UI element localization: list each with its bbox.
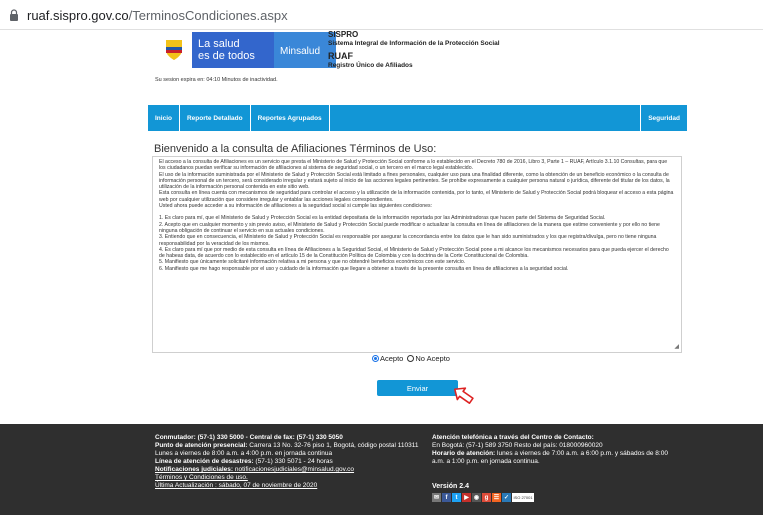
logo-slogan: La salud es de todos (192, 32, 274, 68)
label: Punto de atención presencial: (155, 442, 248, 449)
lock-icon (10, 9, 18, 21)
value: (57-1) 330 5071 - 24 horas (253, 458, 333, 465)
url-host: ruaf.sispro.gov.co (27, 8, 129, 23)
main-content: Bienvenido a la consulta de Afiliaciones… (148, 131, 687, 404)
value: Carrera 13 No. 32-76 piso 1, Bogotá, cód… (247, 442, 419, 449)
value: sábado, 07 de noviembre de 2020 (216, 482, 318, 489)
accept-radio[interactable] (372, 355, 379, 362)
logo-brand: Minsalud (274, 32, 336, 68)
footer-contact: Conmutador: (57-1) 330 5000 - Central de… (155, 434, 420, 490)
reject-label[interactable]: No Acepto (415, 354, 450, 363)
twitter-icon[interactable]: t (452, 493, 461, 502)
ruaf-subtitle: Registro Único de Afiliados (328, 62, 413, 69)
notificaciones-link[interactable]: notificacionesjudiciales@minsalud.gov.co (233, 466, 354, 473)
footer-conmutador: Conmutador: (57-1) 330 5000 - Central de… (155, 434, 420, 442)
mail-icon[interactable]: ✉ (432, 493, 441, 502)
page-title: Bienvenido a la consulta de Afiliaciones… (154, 143, 437, 155)
googleplus-icon[interactable]: g (482, 493, 491, 502)
terms-paragraph: El uso de la información suministrada po… (159, 171, 670, 191)
footer-phone: Atención telefónica a través del Centro … (432, 434, 672, 466)
check-icon: ✓ (502, 493, 511, 502)
accept-radio-group: Acepto No Acepto (372, 354, 450, 363)
tel-title: Atención telefónica a través del Centro … (432, 434, 594, 441)
social-links: ✉ f t ▶ ◉ g ☰ ✓ ISO 27001 (432, 493, 534, 502)
nav-spacer (330, 105, 642, 131)
terms-paragraph: El acceso a la consulta de Afiliaciones … (159, 159, 668, 172)
iso-badge: ISO 27001 (512, 493, 534, 502)
version-label: Versión 2.4 (432, 483, 469, 490)
label: Conmutador: (155, 434, 196, 441)
terms-condition: 1. Es claro para mí, que el Ministerio d… (159, 215, 606, 222)
sispro-subtitle: Sistema Integral de Información de la Pr… (328, 40, 500, 47)
pointer-arrow-icon (454, 387, 474, 404)
address-bar[interactable]: ruaf.sispro.gov.co/TerminosCondiciones.a… (0, 0, 763, 30)
terms-paragraph: Esta consulta en línea cuenta con mecani… (159, 190, 674, 203)
value: (57-1) 330 5000 - Central de fax: (57-1)… (195, 434, 343, 441)
nav-item-reporte-detallado[interactable]: Reporte Detallado (180, 105, 251, 131)
sispro-title-block: SISPRO Sistema Integral de Información d… (328, 30, 500, 48)
label: Última Actualización : (155, 482, 217, 489)
main-nav: Inicio Reporte Detallado Reportes Agrupa… (148, 105, 687, 131)
tel-numbers: En Bogotá: (57-1) 589 3750 Resto del paí… (432, 442, 603, 449)
logo-line1: La salud (198, 38, 240, 50)
footer-horario: Lunes a viernes de 8:00 a.m. a 4:00 p.m.… (155, 450, 333, 457)
session-timer: Su sesion expira en: 04:10 Minutos de in… (155, 77, 278, 83)
youtube-icon[interactable]: ▶ (462, 493, 471, 502)
rss-icon[interactable]: ☰ (492, 493, 501, 502)
url-text[interactable]: ruaf.sispro.gov.co/TerminosCondiciones.a… (27, 8, 288, 23)
site-header: La salud es de todos Minsalud SISPRO Sis… (148, 30, 687, 100)
facebook-icon[interactable]: f (442, 493, 451, 502)
terms-textarea[interactable]: El acceso a la consulta de Afiliaciones … (152, 156, 682, 353)
submit-button[interactable]: Enviar (377, 380, 458, 396)
footer-atencion: Punto de atención presencial: Carrera 13… (155, 442, 420, 450)
footer-actualizacion: Última Actualización : sábado, 07 de nov… (155, 482, 420, 490)
site-footer: Conmutador: (57-1) 330 5000 - Central de… (0, 424, 763, 515)
label: Notificaciones judiciales: (155, 466, 234, 473)
ruaf-title-block: RUAF Registro Único de Afiliados (328, 52, 413, 70)
url-path: /TerminosCondiciones.aspx (128, 8, 288, 23)
footer-horario2: Horario de atención: lunes a viernes de … (432, 450, 672, 466)
accept-label[interactable]: Acepto (380, 354, 403, 363)
nav-item-inicio[interactable]: Inicio (148, 105, 180, 131)
nav-item-reportes-agrupados[interactable]: Reportes Agrupados (251, 105, 330, 131)
terms-condition: 3. Entiendo que en consecuencia, el Mini… (159, 234, 657, 247)
terms-condition: 4. Es claro para mí que por medio de est… (159, 246, 669, 260)
sispro-title: SISPRO (328, 30, 359, 39)
terms-condition: 2. Acepto que en cualquier momento y sin… (159, 221, 660, 234)
nav-item-seguridad[interactable]: Seguridad (641, 105, 687, 131)
ruaf-title: RUAF (328, 51, 353, 61)
footer-notificaciones: Notificaciones judiciales: notificacione… (155, 466, 420, 474)
colombia-shield-icon (156, 32, 192, 68)
footer-desastres: Línea de atención de desastres: (57-1) 3… (155, 458, 420, 466)
resize-grip-icon[interactable]: ◢ (674, 344, 679, 350)
label: Línea de atención de desastres: (155, 458, 254, 465)
label: Horario de atención: (432, 450, 496, 457)
camera-icon[interactable]: ◉ (472, 493, 481, 502)
reject-radio[interactable] (407, 355, 415, 362)
logo-line2: es de todos (198, 50, 255, 62)
terminos-link[interactable]: Términos y Condiciones de uso. (155, 474, 420, 482)
terms-condition: 6. Manifiesto que me hago responsable po… (159, 265, 569, 272)
